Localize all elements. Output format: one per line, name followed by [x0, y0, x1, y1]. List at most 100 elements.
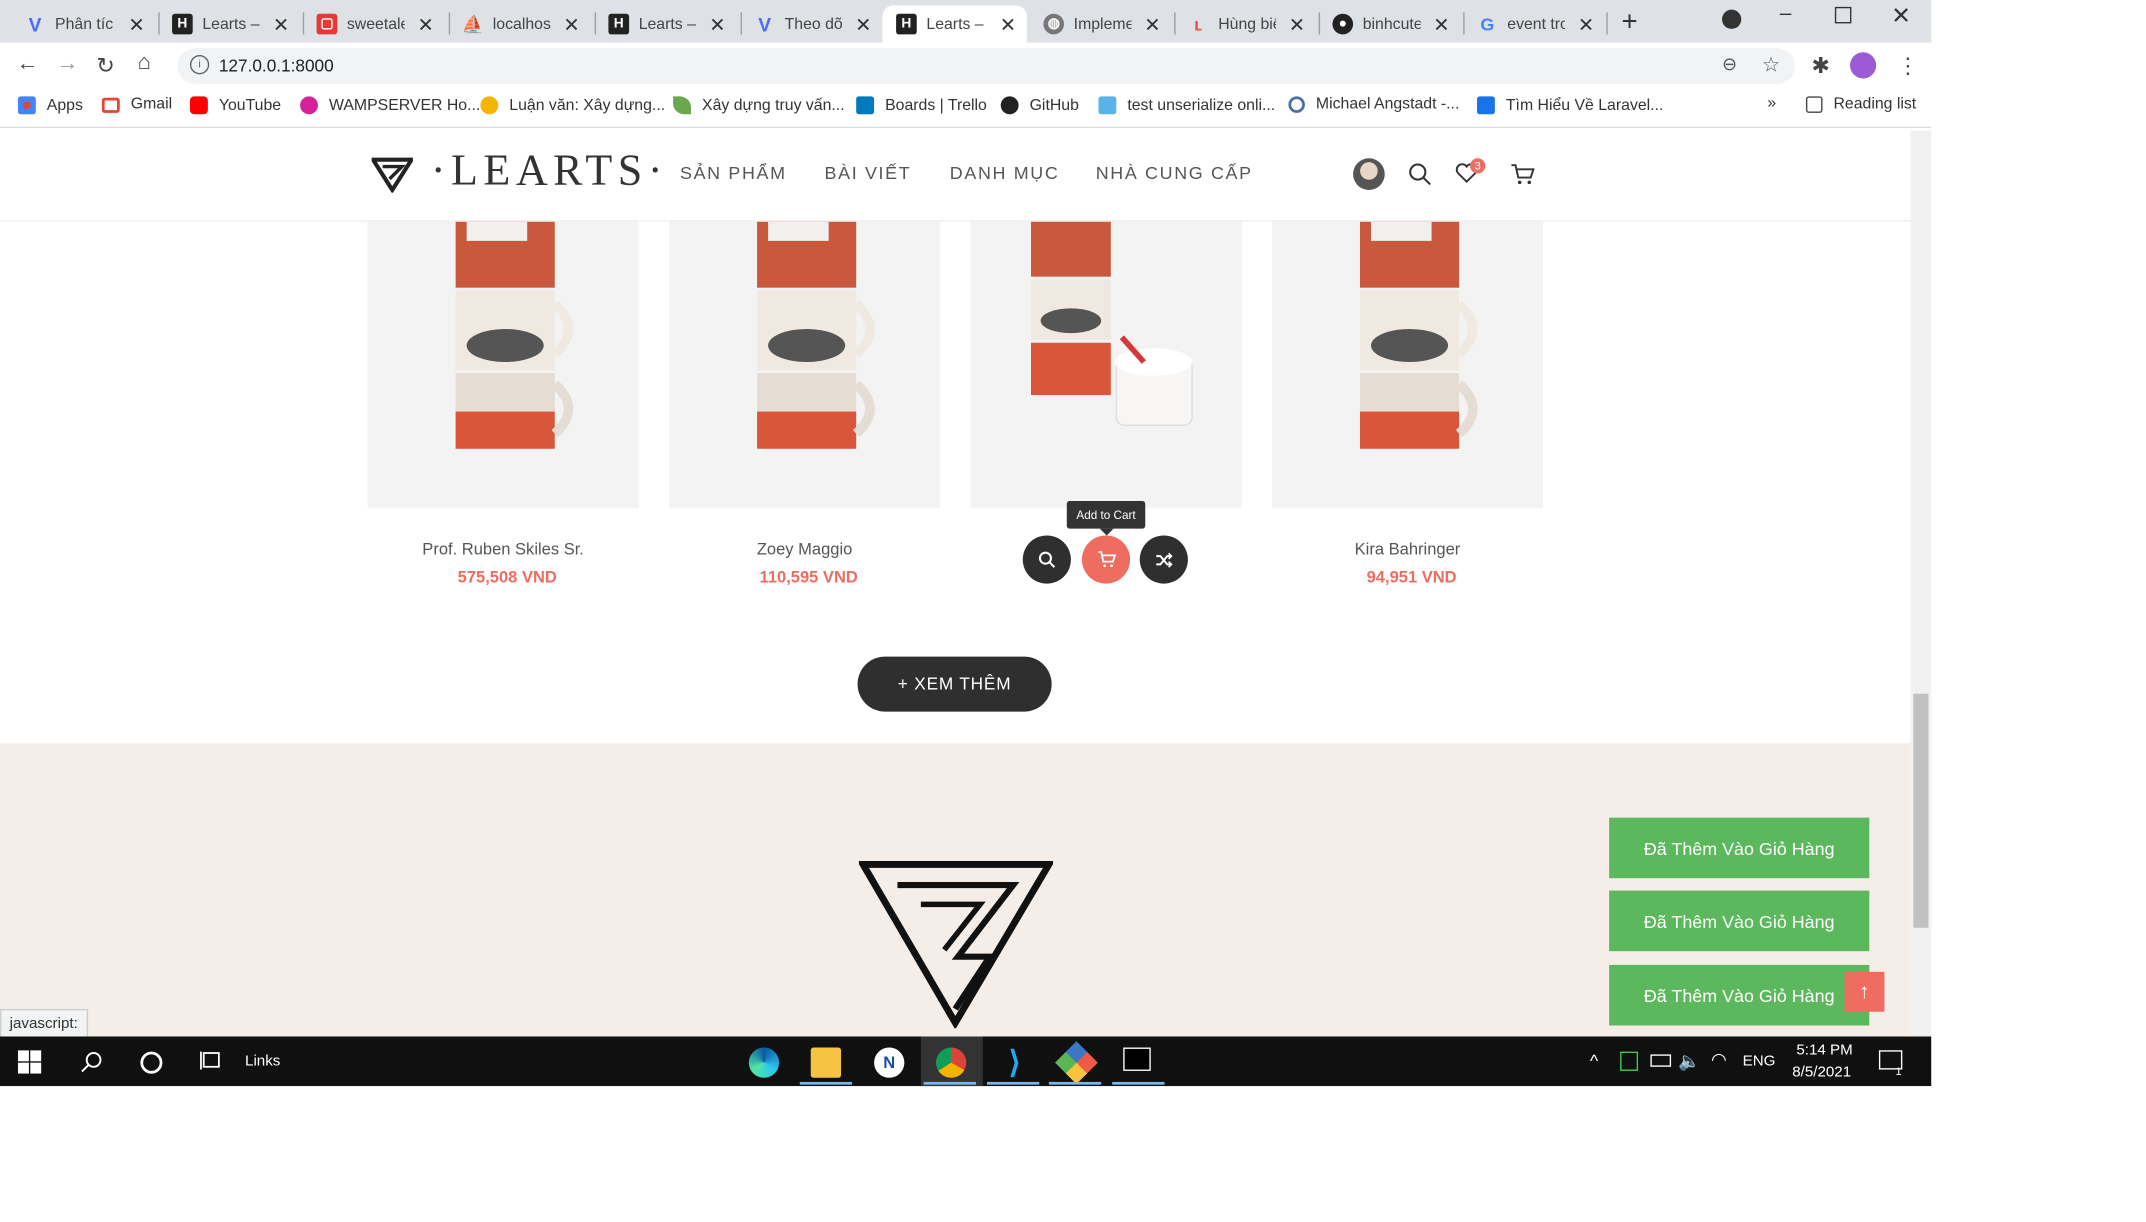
nav-blog[interactable]: BÀI VIẾT: [825, 162, 912, 183]
reading-list-icon: [1805, 96, 1823, 113]
new-tab-icon[interactable]: +: [1622, 7, 1638, 39]
minimize-icon[interactable]: –: [1780, 1, 1791, 24]
reload-icon[interactable]: ↻: [96, 52, 114, 80]
search-icon: [1288, 96, 1305, 113]
browser-tab[interactable]: G event tro ✕: [1463, 6, 1605, 43]
logo-icon[interactable]: [371, 157, 413, 193]
bookmark-apps[interactable]: Apps: [17, 96, 83, 115]
quick-view-button[interactable]: [1022, 535, 1071, 584]
tab-search-icon[interactable]: [1722, 9, 1742, 29]
terminal-icon[interactable]: [1123, 1047, 1151, 1071]
browser-tab-active[interactable]: H Learts – T ✕: [882, 5, 1027, 43]
tab-label: Theo dõi: [784, 15, 843, 33]
menu-icon[interactable]: ⋮: [1897, 52, 1919, 80]
search-icon[interactable]: [80, 1050, 103, 1073]
address-bar[interactable]: i 127.0.0.1:8000 ⊖ ☆: [177, 48, 1795, 84]
product-image[interactable]: [367, 221, 639, 508]
add-to-cart-button[interactable]: [1081, 535, 1131, 584]
nav-categories[interactable]: DANH MỤC: [950, 162, 1060, 183]
battery-icon[interactable]: [1650, 1054, 1672, 1067]
bookmark-github[interactable]: GitHub: [1000, 96, 1079, 115]
product-image[interactable]: [668, 221, 941, 508]
edge-icon[interactable]: [748, 1047, 780, 1078]
back-icon[interactable]: ←: [17, 52, 39, 77]
browser-tab[interactable]: V Phân tích ✕: [11, 6, 156, 43]
site-logo[interactable]: ·LEARTS·: [431, 145, 668, 196]
product-image-hover[interactable]: [970, 221, 1242, 508]
bookmark-laravel[interactable]: Tìm Hiểu Về Laravel...: [1476, 96, 1663, 115]
home-icon[interactable]: ⌂: [138, 51, 151, 76]
bookmark-youtube[interactable]: YouTube: [189, 96, 281, 115]
more-bookmarks-icon[interactable]: »: [1767, 95, 1776, 112]
nav-suppliers[interactable]: NHÀ CUNG CẤP: [1096, 162, 1253, 183]
product-name[interactable]: Zoey Maggio: [669, 540, 940, 559]
reading-list[interactable]: Reading list: [1805, 96, 1916, 113]
close-icon[interactable]: ✕: [1289, 14, 1305, 37]
bookmark-wampserver[interactable]: WAMPSERVER Ho...: [300, 96, 480, 115]
bookmark-luan-van[interactable]: Luận văn: Xây dựng...: [480, 96, 665, 115]
product-image[interactable]: [1271, 221, 1544, 508]
volume-icon[interactable]: 🔈: [1678, 1050, 1700, 1072]
close-icon[interactable]: ✕: [417, 14, 433, 37]
close-icon[interactable]: ✕: [1578, 14, 1594, 37]
clock-time[interactable]: 5:14 PM: [1796, 1042, 1852, 1059]
user-avatar[interactable]: [1353, 158, 1385, 190]
browser-tab[interactable]: ◍ Implemen ✕: [1030, 6, 1172, 43]
mugs-with-cocoa-image: [1030, 221, 1193, 427]
word-app-icon[interactable]: N: [874, 1047, 905, 1078]
language-indicator[interactable]: ENG: [1743, 1053, 1776, 1070]
product-name[interactable]: Prof. Ruben Skiles Sr.: [368, 540, 639, 559]
window-close-icon[interactable]: ✕: [1891, 3, 1911, 31]
product-name[interactable]: Kira Bahringer: [1272, 540, 1543, 559]
bookmark-trello[interactable]: Boards | Trello: [856, 96, 987, 115]
close-icon[interactable]: ✕: [1144, 14, 1160, 37]
scrollbar-thumb[interactable]: [1913, 693, 1929, 928]
tray-chevron-icon[interactable]: ^: [1590, 1050, 1598, 1071]
close-icon[interactable]: ✕: [563, 14, 579, 37]
file-explorer-icon[interactable]: [810, 1047, 842, 1078]
view-more-button[interactable]: + XEM THÊM: [857, 656, 1052, 712]
close-icon[interactable]: ✕: [1000, 14, 1016, 37]
bookmark-gmail[interactable]: Gmail: [101, 96, 172, 113]
browser-tab[interactable]: V Theo dõi ✕: [741, 6, 883, 43]
bookmark-unserialize[interactable]: test unserialize onli...: [1098, 96, 1275, 115]
close-icon[interactable]: ✕: [128, 14, 144, 37]
browser-tab[interactable]: ▢ sweetaler ✕: [303, 6, 445, 43]
links-toolbar[interactable]: Links: [245, 1053, 280, 1070]
close-icon[interactable]: ✕: [273, 14, 289, 37]
bookmark-michael[interactable]: Michael Angstadt -...: [1288, 96, 1459, 113]
wifi-icon[interactable]: ◠: [1711, 1049, 1727, 1071]
scroll-to-top-button[interactable]: ↑: [1844, 971, 1885, 1012]
product-price: 94,951 VND: [1366, 567, 1457, 587]
info-icon[interactable]: i: [189, 55, 210, 75]
browser-tab[interactable]: H Learts – H ✕: [158, 6, 300, 43]
browser-tab[interactable]: H Learts – H ✕: [595, 6, 737, 43]
clock-date[interactable]: 8/5/2021: [1792, 1064, 1851, 1081]
forward-icon[interactable]: →: [56, 52, 78, 77]
zoom-icon[interactable]: ⊖: [1722, 54, 1737, 76]
profile-avatar[interactable]: [1850, 52, 1877, 79]
tab-label: Hùng biệ: [1218, 15, 1277, 33]
restore-icon[interactable]: [1834, 6, 1852, 24]
github-icon: ●: [1332, 13, 1354, 35]
task-view-icon[interactable]: [200, 1050, 223, 1071]
bookmark-xay-dung[interactable]: Xây dựng truy vấn...: [673, 96, 845, 115]
extensions-icon[interactable]: ✱: [1811, 52, 1829, 80]
browser-tab[interactable]: ʟ Hùng biệ ✕: [1174, 6, 1316, 43]
close-icon[interactable]: ✕: [855, 14, 871, 37]
wamp-tray-icon[interactable]: [1620, 1051, 1639, 1071]
windows-start-icon[interactable]: [17, 1050, 42, 1074]
chrome-icon[interactable]: [936, 1047, 967, 1078]
nav-products[interactable]: SẢN PHẨM: [680, 162, 787, 183]
bookmark-star-icon[interactable]: ☆: [1762, 52, 1781, 77]
github-icon: [1000, 96, 1019, 115]
compare-button[interactable]: [1139, 535, 1188, 584]
close-icon[interactable]: ✕: [1433, 14, 1449, 37]
cortana-icon[interactable]: [140, 1051, 163, 1074]
search-icon[interactable]: [1408, 162, 1431, 186]
close-icon[interactable]: ✕: [709, 14, 725, 37]
browser-tab[interactable]: ● binhcute/ ✕: [1319, 6, 1461, 43]
cart-icon[interactable]: [1510, 162, 1535, 185]
browser-tab[interactable]: ⛵ localhost ✕: [449, 6, 591, 43]
vscode-icon[interactable]: ⟩: [999, 1045, 1029, 1079]
